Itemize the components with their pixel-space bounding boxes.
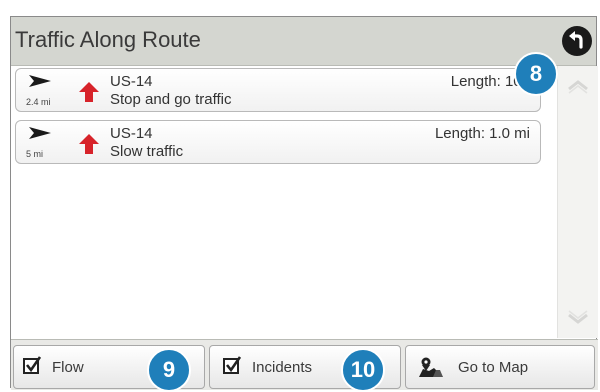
traffic-alert-icon bbox=[79, 82, 99, 102]
traffic-screen: Traffic Along Route 2.4 mi US-14 Stop an… bbox=[10, 16, 598, 390]
list-item[interactable]: 5 mi US-14 Slow traffic Length: 1.0 mi bbox=[15, 120, 541, 164]
back-button[interactable] bbox=[562, 26, 592, 56]
scroll-up-icon[interactable] bbox=[567, 78, 589, 94]
map-icon bbox=[419, 357, 443, 377]
go-to-map-button[interactable]: Go to Map bbox=[405, 345, 595, 389]
distance-label: 2.4 mi bbox=[26, 97, 51, 107]
header-bar: Traffic Along Route bbox=[11, 17, 596, 66]
incidents-label: Incidents bbox=[252, 359, 313, 376]
road-name: US-14 bbox=[110, 73, 153, 90]
traffic-description: Slow traffic bbox=[110, 143, 184, 160]
scrollbar[interactable] bbox=[557, 66, 598, 338]
length-label: Length: 1.0 mi bbox=[434, 125, 530, 142]
back-arrow-icon bbox=[569, 31, 583, 49]
road-name: US-14 bbox=[110, 125, 153, 142]
incidents-checkbox-icon[interactable] bbox=[222, 356, 242, 376]
flow-label: Flow bbox=[52, 359, 84, 376]
bottom-toolbar: Flow Incidents Go to Map bbox=[11, 339, 598, 390]
callout-badge-10: 10 bbox=[341, 348, 385, 392]
list-item[interactable]: 2.4 mi US-14 Stop and go traffic Length:… bbox=[15, 68, 541, 112]
traffic-alert-icon bbox=[79, 134, 99, 154]
go-to-map-label: Go to Map bbox=[458, 359, 529, 376]
callout-badge-8: 8 bbox=[514, 52, 558, 96]
flow-checkbox-icon[interactable] bbox=[22, 356, 42, 376]
traffic-description: Stop and go traffic bbox=[110, 91, 232, 108]
scroll-down-icon[interactable] bbox=[567, 310, 589, 326]
direction-arrow-icon bbox=[29, 75, 51, 87]
traffic-list: 2.4 mi US-14 Stop and go traffic Length:… bbox=[11, 66, 555, 338]
direction-arrow-icon bbox=[29, 127, 51, 139]
page-title: Traffic Along Route bbox=[15, 27, 201, 52]
distance-label: 5 mi bbox=[26, 149, 44, 159]
callout-badge-9: 9 bbox=[147, 348, 191, 392]
